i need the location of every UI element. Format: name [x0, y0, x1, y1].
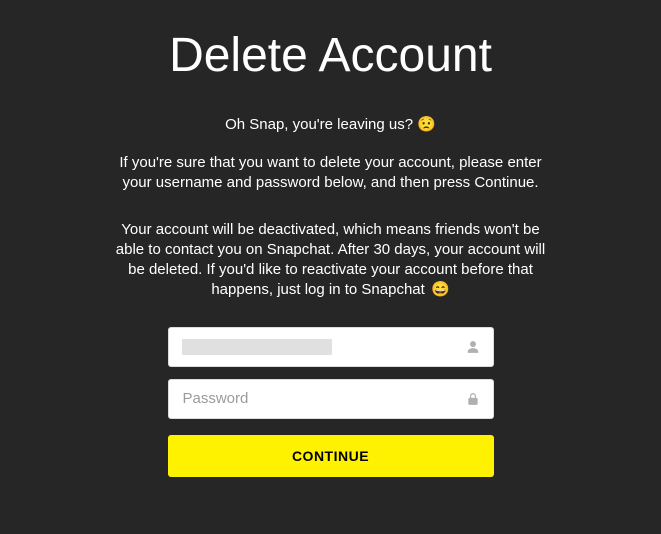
username-field-wrap	[168, 327, 494, 367]
continue-button[interactable]: CONTINUE	[168, 435, 494, 477]
subtitle: Oh Snap, you're leaving us? 😟	[225, 115, 436, 133]
smile-face-icon: 😄	[431, 281, 450, 298]
instruction-paragraph: If you're sure that you want to delete y…	[111, 153, 551, 194]
password-input[interactable]	[168, 379, 494, 419]
delete-form: CONTINUE	[0, 327, 661, 477]
lock-icon	[466, 392, 480, 406]
user-icon	[466, 340, 480, 354]
worried-face-icon: 😟	[417, 116, 436, 133]
subtitle-text: Oh Snap, you're leaving us?	[225, 116, 417, 133]
page-title: Delete Account	[169, 28, 492, 83]
deactivation-paragraph: Your account will be deactivated, which …	[111, 220, 551, 301]
password-field-wrap	[168, 379, 494, 419]
deactivation-text: Your account will be deactivated, which …	[116, 221, 545, 299]
username-redacted-mask	[182, 339, 332, 355]
